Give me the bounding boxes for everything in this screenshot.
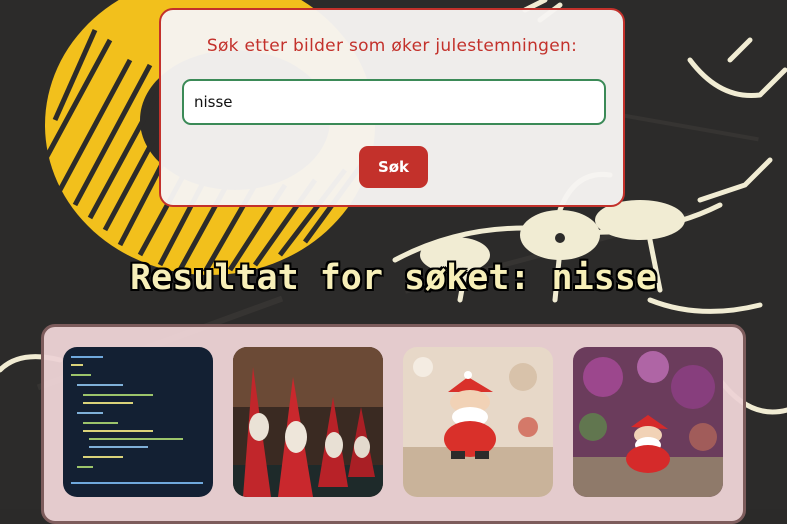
results-panel <box>41 324 746 524</box>
search-button[interactable]: Søk <box>359 146 428 188</box>
result-image-4[interactable] <box>573 347 723 497</box>
search-card: Søk etter bilder som øker julestemningen… <box>159 8 625 207</box>
results-heading: Resultat for søket: nisse <box>130 258 657 298</box>
code-screenshot-image <box>63 347 213 497</box>
santa-bokeh-image <box>573 347 723 497</box>
search-input[interactable] <box>182 79 606 125</box>
santa-figurines-image <box>233 347 383 497</box>
santa-figurine-image <box>403 347 553 497</box>
search-prompt: Søk etter bilder som øker julestemningen… <box>206 36 578 56</box>
result-image-2[interactable] <box>233 347 383 497</box>
result-image-1[interactable] <box>63 347 213 497</box>
result-image-3[interactable] <box>403 347 553 497</box>
